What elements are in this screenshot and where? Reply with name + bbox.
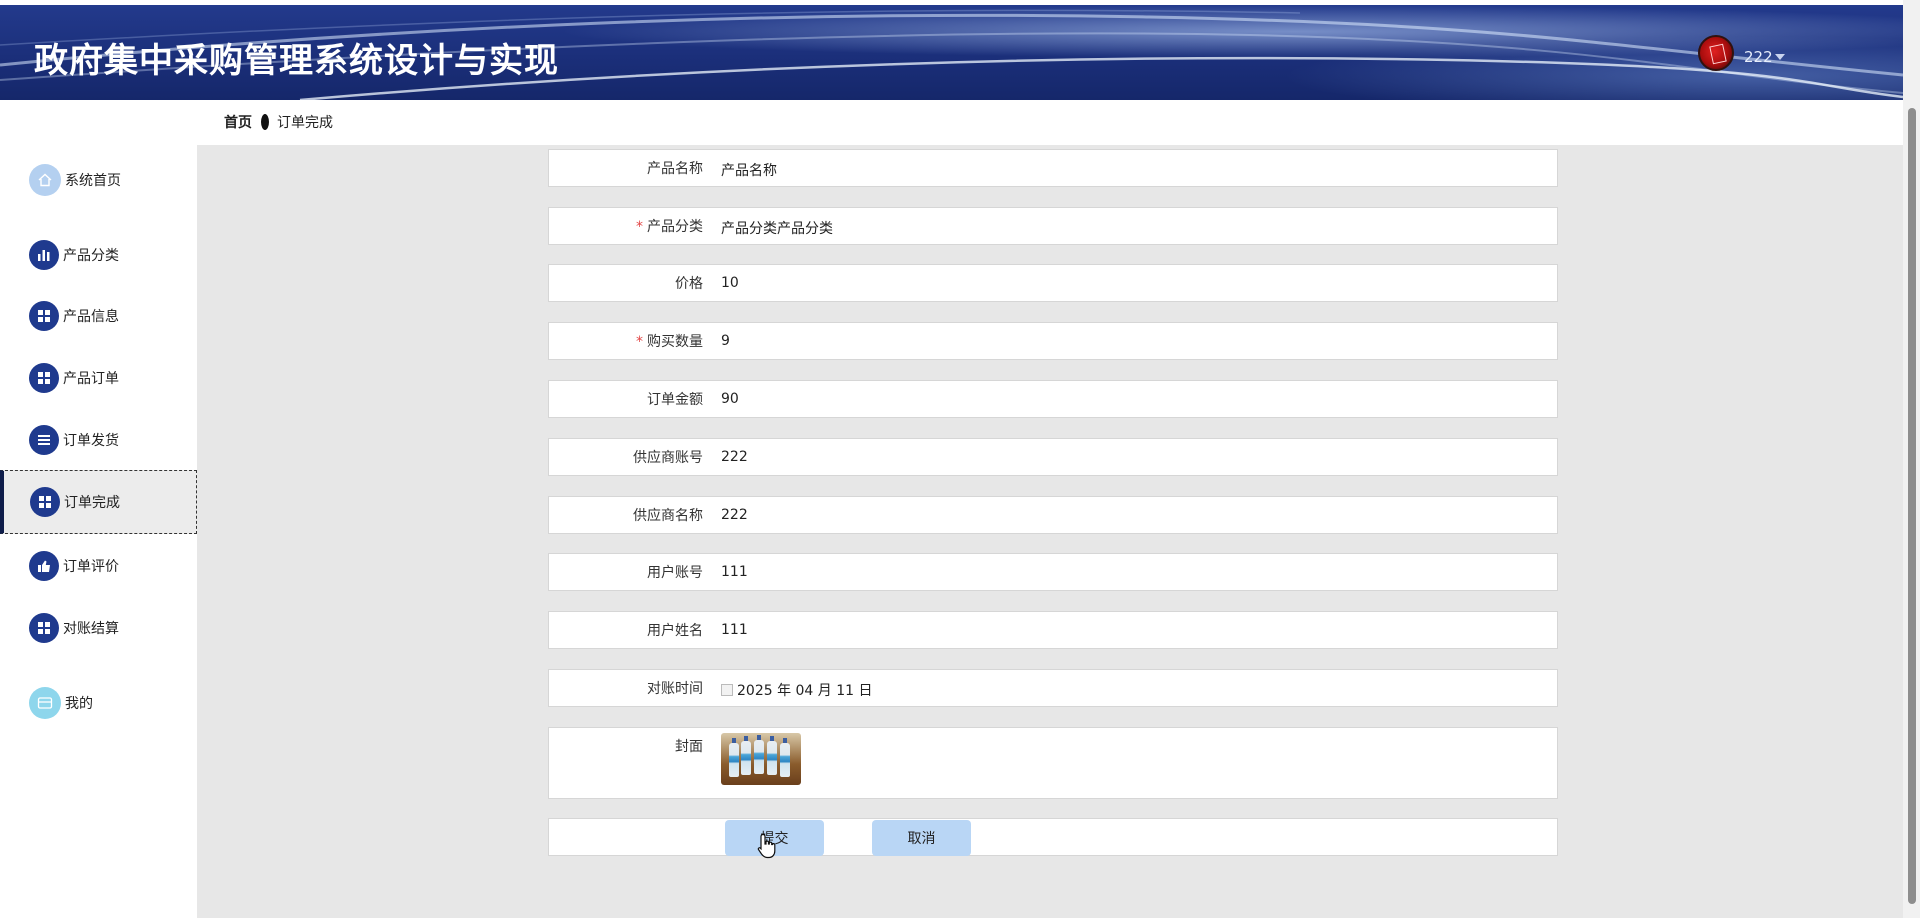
form-row-user-name: 用户姓名 111 <box>548 611 1558 649</box>
form-actions: 提交 取消 <box>548 818 1558 856</box>
field-label: 供应商名称 <box>633 508 703 524</box>
required-mark: * <box>636 219 643 235</box>
field-label-text: 购买数量 <box>647 334 703 350</box>
sidebar-item-product-category[interactable]: 产品分类 <box>0 224 197 286</box>
thumbs-up-icon <box>29 551 59 581</box>
breadcrumb-home[interactable]: 首页 <box>224 112 252 132</box>
product-name-field[interactable]: 产品名称 <box>721 160 777 180</box>
field-label: 产品名称 <box>647 161 703 177</box>
sidebar-item-label: 订单评价 <box>63 559 119 575</box>
order-amount-field[interactable]: 90 <box>721 391 739 407</box>
breadcrumb: 首页 订单完成 <box>224 112 333 132</box>
sidebar-item-order-shipping[interactable]: 订单发货 <box>0 409 197 471</box>
calendar-icon[interactable] <box>721 684 733 696</box>
sidebar-item-label: 系统首页 <box>65 173 121 189</box>
breadcrumb-separator-icon <box>261 114 269 130</box>
username[interactable]: 222 <box>1744 48 1773 66</box>
field-label-text: 产品分类 <box>647 219 703 235</box>
app-title: 政府集中采购管理系统设计与实现 <box>34 41 559 81</box>
chevron-down-icon[interactable] <box>1775 54 1785 60</box>
field-label: 供应商账号 <box>633 450 703 466</box>
sidebar-item-product-info[interactable]: 产品信息 <box>0 285 197 347</box>
sidebar-item-label: 订单发货 <box>63 433 119 449</box>
field-label: 封面 <box>675 739 703 755</box>
quantity-field[interactable]: 9 <box>721 333 730 349</box>
form-row-quantity: * 购买数量 9 <box>548 322 1558 360</box>
field-label: 订单金额 <box>647 392 703 408</box>
home-icon <box>29 164 61 196</box>
supplier-name-field[interactable]: 222 <box>721 507 748 523</box>
sidebar-item-order-completed[interactable]: 订单完成 <box>0 470 197 534</box>
form-row-order-amount: 订单金额 90 <box>548 380 1558 418</box>
bar-chart-icon <box>29 240 59 270</box>
grid-icon <box>29 301 59 331</box>
form-row-product-category: * 产品分类 产品分类产品分类 <box>548 207 1558 245</box>
form-row-product-name: 产品名称 产品名称 <box>548 149 1558 187</box>
sidebar-item-home[interactable]: 系统首页 <box>0 149 197 211</box>
breadcrumb-current: 订单完成 <box>277 115 333 131</box>
sidebar-item-label: 我的 <box>65 696 93 712</box>
product-category-field[interactable]: 产品分类产品分类 <box>721 218 833 238</box>
list-icon <box>29 425 59 455</box>
user-name-field[interactable]: 111 <box>721 622 748 638</box>
card-icon <box>29 687 61 719</box>
price-field[interactable]: 10 <box>721 275 739 291</box>
user-avatar[interactable] <box>1698 35 1734 71</box>
grid-icon <box>30 487 60 517</box>
grid-icon <box>29 613 59 643</box>
form-row-supplier-account: 供应商账号 222 <box>548 438 1558 476</box>
user-account-field[interactable]: 111 <box>721 564 748 580</box>
sidebar: 系统首页 产品分类 产品信息 产品订单 订单发货 订单完成 订单评价 对账结算 … <box>0 145 197 918</box>
sidebar-item-label: 产品分类 <box>63 248 119 264</box>
field-label: * 购买数量 <box>636 331 703 351</box>
supplier-account-field[interactable]: 222 <box>721 449 748 465</box>
field-label: 用户姓名 <box>647 623 703 639</box>
sidebar-item-mine[interactable]: 我的 <box>0 672 197 734</box>
field-label: 用户账号 <box>647 565 703 581</box>
page-scrollbar[interactable] <box>1903 0 1920 918</box>
form-row-supplier-name: 供应商名称 222 <box>548 496 1558 534</box>
form-row-price: 价格 10 <box>548 264 1558 302</box>
reconcile-time-value: 2025 年 04 月 11 日 <box>737 683 873 699</box>
sidebar-item-label: 产品订单 <box>63 371 119 387</box>
scrollbar-thumb[interactable] <box>1908 108 1916 904</box>
reconcile-time-field[interactable]: 2025 年 04 月 11 日 <box>721 680 873 700</box>
required-mark: * <box>636 334 643 350</box>
app-header: 政府集中采购管理系统设计与实现 222 <box>0 5 1903 100</box>
main-content: 产品名称 产品名称 * 产品分类 产品分类产品分类 价格 10 * 购买数量 9 订… <box>197 145 1903 918</box>
field-label: * 产品分类 <box>636 216 703 236</box>
hand-cursor-icon <box>757 833 776 859</box>
sidebar-item-label: 订单完成 <box>64 495 120 511</box>
sidebar-item-label: 对账结算 <box>63 621 119 637</box>
form-row-cover: 封面 <box>548 727 1558 799</box>
form-row-reconcile-time: 对账时间 2025 年 04 月 11 日 <box>548 669 1558 707</box>
form-row-user-account: 用户账号 111 <box>548 553 1558 591</box>
field-label: 价格 <box>675 276 703 292</box>
cancel-button[interactable]: 取消 <box>872 820 971 856</box>
sidebar-item-order-review[interactable]: 订单评价 <box>0 535 197 597</box>
sidebar-item-product-orders[interactable]: 产品订单 <box>0 347 197 409</box>
sidebar-item-reconciliation[interactable]: 对账结算 <box>0 597 197 659</box>
grid-icon <box>29 363 59 393</box>
cover-image[interactable] <box>721 733 801 785</box>
field-label: 对账时间 <box>647 681 703 697</box>
sidebar-item-label: 产品信息 <box>63 309 119 325</box>
